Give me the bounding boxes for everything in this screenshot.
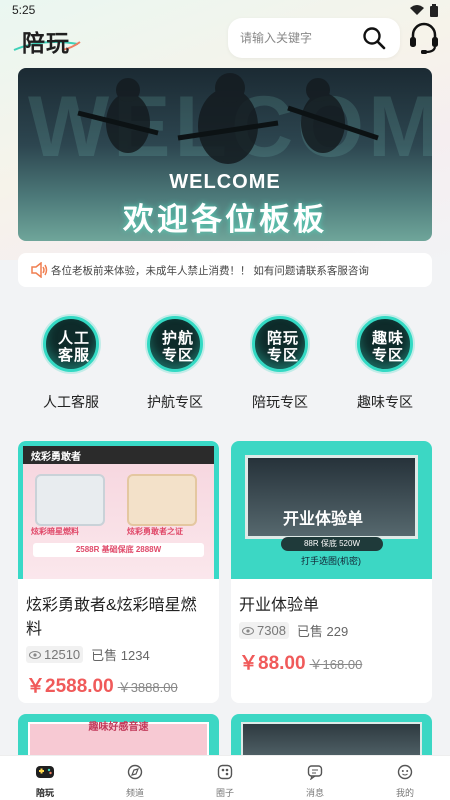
tab-label: 频道 xyxy=(125,788,144,798)
product-image-text: 2588R 基础保底 2888W xyxy=(33,543,204,557)
wifi-icon xyxy=(410,5,424,15)
product-price: ￥2588.00 ￥3888.00 xyxy=(26,676,178,697)
message-icon xyxy=(307,765,323,780)
eye-icon xyxy=(242,626,254,635)
battery-icon xyxy=(430,4,438,17)
product-image-sub: 打手选图(机密) xyxy=(301,556,361,566)
category-label: 趣味专区 xyxy=(357,394,413,410)
tab-label: 圈子 xyxy=(215,788,234,798)
tab-label: 我的 xyxy=(395,788,414,798)
product-name: 炫彩勇敢者&炫彩暗星燃料 xyxy=(26,597,197,638)
partial-card-text: 趣味好感音速 xyxy=(88,722,149,733)
view-count: 7308 xyxy=(239,622,289,639)
tab-channel[interactable]: 频道 xyxy=(90,756,180,800)
category-customer-service[interactable]: 人工 客服 人工客服 xyxy=(31,316,111,416)
category-row: 人工 客服 人工客服 护航 专区 护航专区 陪玩 专区 陪玩专区 趣味 专区 趣味专区 xyxy=(18,316,432,416)
notice-text: 各位老板前来体验，未成年人禁止消费！！ 如有问题请联系客服咨询 xyxy=(51,265,369,277)
category-label: 陪玩专区 xyxy=(252,394,308,410)
search-icon[interactable] xyxy=(362,26,386,50)
category-escort[interactable]: 护航 专区 护航专区 xyxy=(135,316,215,416)
category-label: 人工客服 xyxy=(43,394,99,410)
banner-welcome: WELCOME xyxy=(169,171,281,193)
sold-count: 已售 229 xyxy=(296,624,349,639)
notice-bar[interactable]: 各位老板前来体验，未成年人禁止消费！！ 如有问题请联系客服咨询 xyxy=(18,253,432,287)
product-image: 开业体验单 88R 保底 520W 打手选图(机密) xyxy=(231,441,432,579)
tab-label: 陪玩 xyxy=(35,788,54,798)
product-image: 炫彩勇敢者 炫彩暗星燃料 炫彩勇敢者之证 2588R 基础保底 2888W xyxy=(18,441,219,579)
product-image-text: 炫彩暗星燃料 xyxy=(31,527,79,536)
status-time: 5:25 xyxy=(12,3,36,17)
tab-label: 消息 xyxy=(305,788,324,798)
profile-icon xyxy=(397,764,413,780)
circle-icon xyxy=(217,764,233,780)
product-name: 开业体验单 xyxy=(239,597,320,614)
category-badge: 护航 专区 xyxy=(147,316,203,372)
tab-companion[interactable]: 陪玩 xyxy=(0,756,90,800)
product-card[interactable]: 开业体验单 88R 保底 520W 打手选图(机密) 开业体验单 7308 已售… xyxy=(231,441,432,703)
welcome-banner[interactable]: WELCOME WELCOME 欢迎各位板板 xyxy=(18,68,432,241)
product-image-title: 开业体验单 xyxy=(283,511,364,528)
product-image-text: 炫彩勇敢者之证 xyxy=(127,527,183,536)
eye-icon xyxy=(29,650,41,659)
sold-count: 已售 1234 xyxy=(91,648,150,663)
category-companion[interactable]: 陪玩 专区 陪玩专区 xyxy=(240,316,320,416)
speaker-icon xyxy=(31,262,48,278)
tab-circle[interactable]: 圈子 xyxy=(180,756,270,800)
product-card-partial[interactable]: 趣味好感音速 xyxy=(18,714,219,755)
category-fun[interactable]: 趣味 专区 趣味专区 xyxy=(345,316,425,416)
app-logo: 陪玩 xyxy=(22,30,70,56)
product-price: ￥88.00 ￥168.00 xyxy=(239,653,363,674)
product-card-partial[interactable] xyxy=(231,714,432,755)
product-old-price: ￥168.00 xyxy=(309,657,363,672)
search-box[interactable] xyxy=(228,18,400,58)
category-label: 护航专区 xyxy=(147,394,203,410)
category-badge: 人工 客服 xyxy=(43,316,99,372)
bottom-tab-bar: 陪玩 频道 圈子 消息 我的 xyxy=(0,755,450,800)
category-badge: 趣味 专区 xyxy=(357,316,413,372)
tab-message[interactable]: 消息 xyxy=(270,756,360,800)
channel-icon xyxy=(127,764,143,780)
header: 陪玩 xyxy=(0,18,450,62)
customer-service-icon[interactable] xyxy=(408,20,440,56)
category-badge: 陪玩 专区 xyxy=(252,316,308,372)
product-meta: 12510 已售 1234 xyxy=(26,645,150,664)
gamepad-icon xyxy=(36,766,54,778)
product-image-pill: 88R 保底 520W xyxy=(281,537,383,551)
soldiers-illustration xyxy=(77,73,379,164)
product-image-title: 炫彩勇敢者 xyxy=(31,452,81,463)
banner-title: 欢迎各位板板 xyxy=(123,202,327,237)
search-input[interactable] xyxy=(240,28,360,48)
status-bar: 5:25 xyxy=(0,0,450,20)
product-meta: 7308 已售 229 xyxy=(239,621,348,640)
tab-profile[interactable]: 我的 xyxy=(360,756,450,800)
product-old-price: ￥3888.00 xyxy=(117,680,178,695)
product-card[interactable]: 炫彩勇敢者 炫彩暗星燃料 炫彩勇敢者之证 2588R 基础保底 2888W 炫彩… xyxy=(18,441,219,703)
view-count: 12510 xyxy=(26,646,84,663)
